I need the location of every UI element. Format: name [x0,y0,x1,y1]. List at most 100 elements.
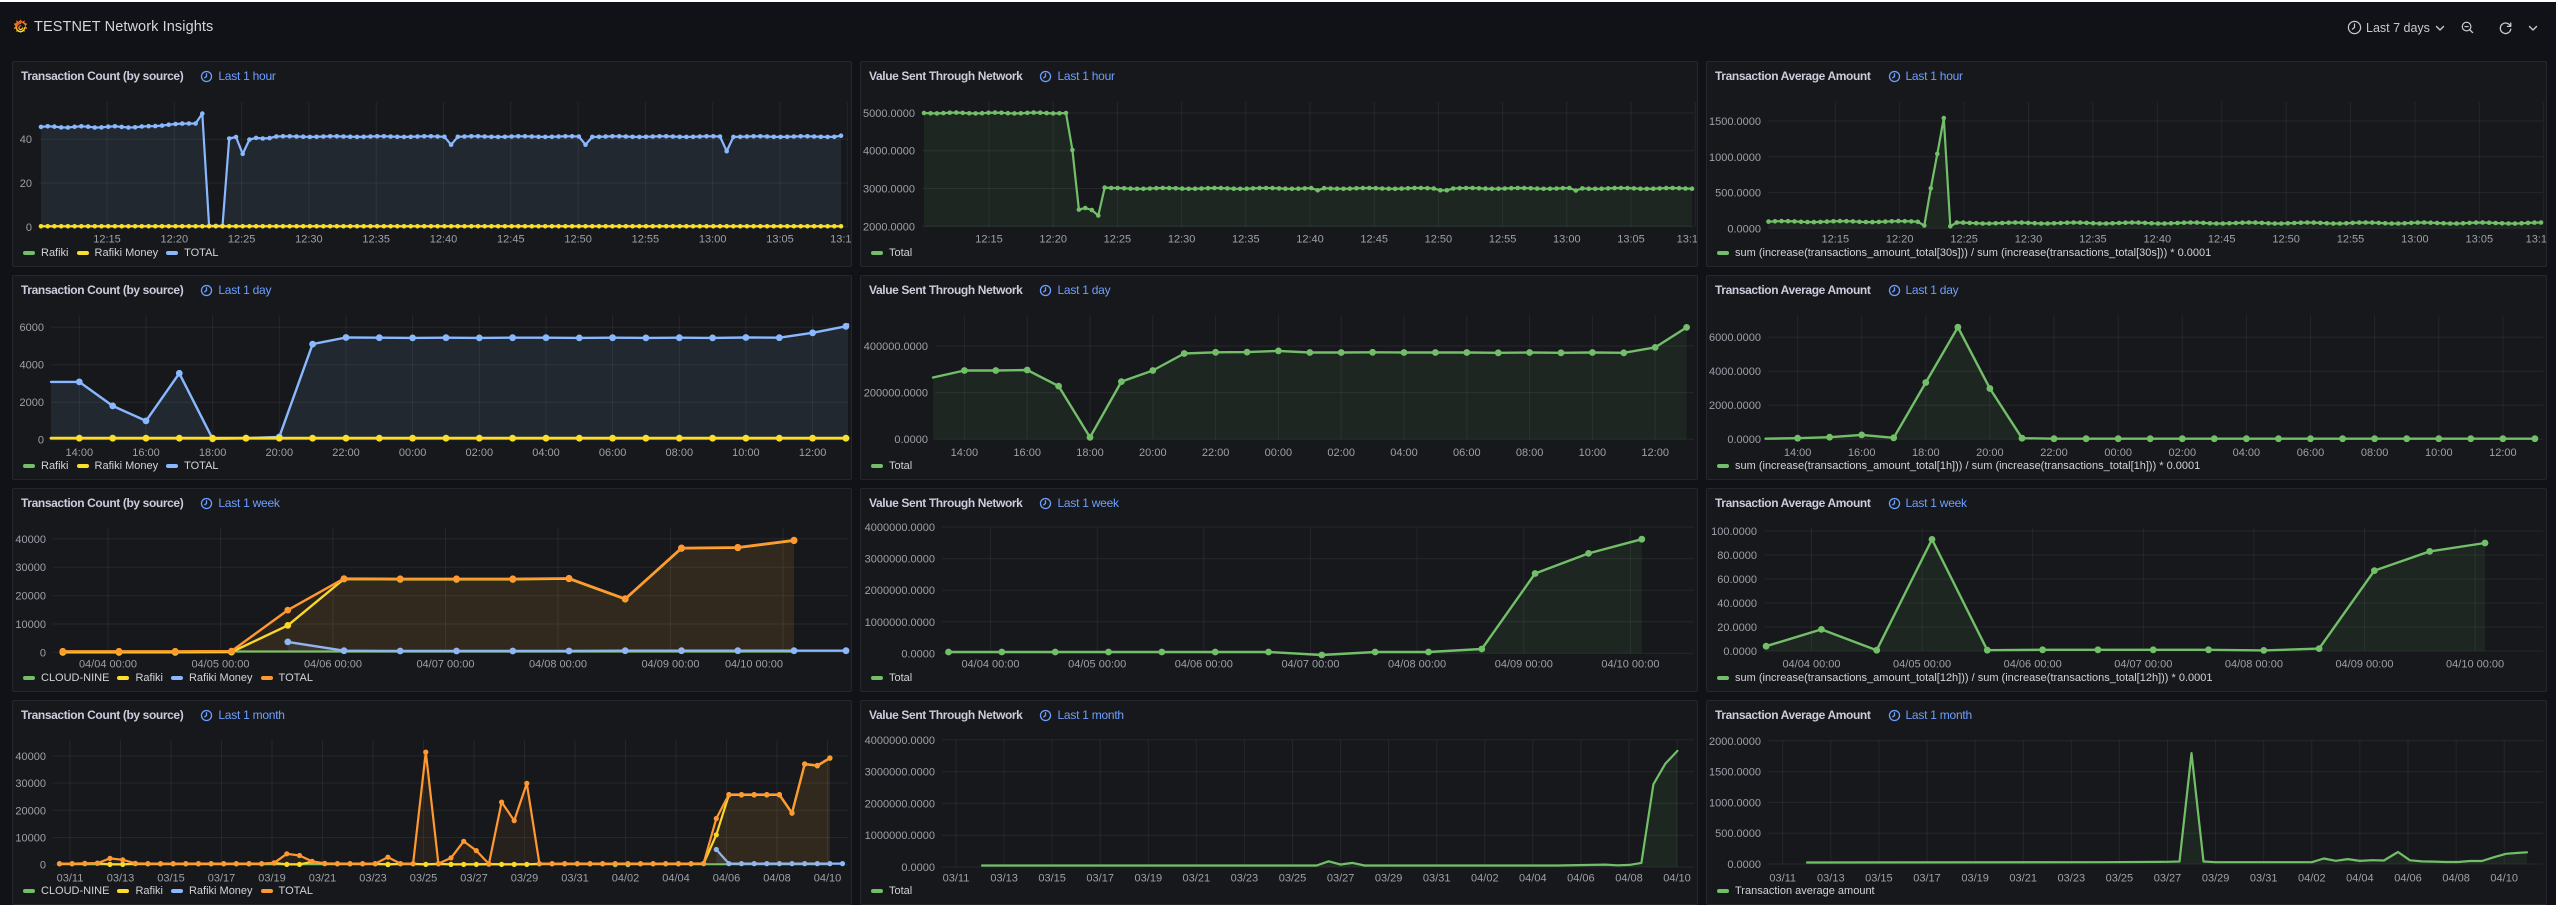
svg-text:2000000.0000: 2000000.0000 [865,798,935,810]
svg-text:12:20: 12:20 [1886,233,1914,245]
svg-text:20:00: 20:00 [1139,447,1167,459]
svg-text:03/17: 03/17 [208,873,236,885]
svg-text:12:50: 12:50 [2272,233,2300,245]
svg-text:12:20: 12:20 [161,233,189,245]
svg-text:12:15: 12:15 [93,233,121,245]
svg-text:0.0000: 0.0000 [894,434,928,446]
svg-text:12:30: 12:30 [295,233,323,245]
svg-text:03/21: 03/21 [1183,873,1211,885]
svg-text:100.0000: 100.0000 [1711,526,1757,538]
svg-text:10000: 10000 [15,833,46,845]
svg-text:12:45: 12:45 [1360,233,1388,245]
svg-text:1500.0000: 1500.0000 [1709,116,1761,128]
svg-text:04/05 00:00: 04/05 00:00 [191,659,249,671]
svg-text:12:00: 12:00 [1641,447,1669,459]
svg-text:12:55: 12:55 [2337,233,2365,245]
svg-text:20.0000: 20.0000 [1717,622,1757,634]
svg-text:12:50: 12:50 [1425,233,1453,245]
svg-text:03/17: 03/17 [1913,873,1941,885]
svg-text:13:1: 13:1 [1677,233,1698,245]
svg-text:12:35: 12:35 [1232,233,1260,245]
svg-text:0: 0 [40,860,46,872]
svg-text:06:00: 06:00 [1453,447,1481,459]
svg-text:04/04: 04/04 [1519,873,1547,885]
svg-text:06:00: 06:00 [599,447,627,459]
svg-text:03/11: 03/11 [943,873,970,885]
svg-text:16:00: 16:00 [132,447,160,459]
svg-text:12:25: 12:25 [1950,233,1978,245]
svg-text:400000.0000: 400000.0000 [864,341,928,353]
svg-text:13:1: 13:1 [830,233,851,245]
svg-text:500.0000: 500.0000 [1715,828,1761,840]
svg-text:03/29: 03/29 [2202,873,2230,885]
svg-text:12:40: 12:40 [2144,233,2172,245]
svg-text:12:30: 12:30 [1168,233,1196,245]
svg-text:03/27: 03/27 [2154,873,2182,885]
svg-text:4000000.0000: 4000000.0000 [865,522,935,534]
svg-text:12:55: 12:55 [1489,233,1517,245]
svg-text:0.0000: 0.0000 [901,862,935,874]
svg-text:04/04 00:00: 04/04 00:00 [961,659,1019,671]
svg-text:18:00: 18:00 [199,447,227,459]
svg-text:10000: 10000 [15,619,46,631]
svg-text:04/04: 04/04 [2346,873,2374,885]
svg-text:20:00: 20:00 [1976,447,2004,459]
svg-text:02:00: 02:00 [466,447,494,459]
svg-text:03/23: 03/23 [1231,873,1259,885]
svg-text:08:00: 08:00 [2361,447,2389,459]
svg-text:04/10: 04/10 [2490,873,2518,885]
svg-text:14:00: 14:00 [66,447,94,459]
svg-text:04/05 00:00: 04/05 00:00 [1893,659,1951,671]
svg-text:04/06 00:00: 04/06 00:00 [304,659,362,671]
svg-text:0.0000: 0.0000 [1727,223,1761,235]
svg-text:3000.0000: 3000.0000 [863,184,915,196]
svg-text:04/09 00:00: 04/09 00:00 [1495,659,1553,671]
svg-text:00:00: 00:00 [2104,447,2132,459]
svg-text:12:00: 12:00 [2489,447,2517,459]
svg-text:03/15: 03/15 [1038,873,1066,885]
svg-text:20: 20 [20,178,32,190]
svg-text:6000: 6000 [20,322,44,334]
svg-text:03/21: 03/21 [309,873,337,885]
svg-text:13:05: 13:05 [766,233,794,245]
svg-text:40000: 40000 [15,751,46,763]
svg-text:5000.0000: 5000.0000 [863,108,915,120]
svg-text:04/08 00:00: 04/08 00:00 [1388,659,1446,671]
svg-text:04/10 00:00: 04/10 00:00 [725,659,783,671]
svg-text:60.0000: 60.0000 [1717,574,1757,586]
svg-text:500.0000: 500.0000 [1715,188,1761,200]
svg-text:03/21: 03/21 [2009,873,2037,885]
svg-text:00:00: 00:00 [399,447,427,459]
svg-text:18:00: 18:00 [1912,447,1940,459]
svg-text:04/07 00:00: 04/07 00:00 [2114,659,2172,671]
svg-text:03/13: 03/13 [107,873,135,885]
svg-text:04:00: 04:00 [532,447,560,459]
svg-text:14:00: 14:00 [951,447,979,459]
svg-text:04/07 00:00: 04/07 00:00 [1281,659,1339,671]
svg-text:04/09 00:00: 04/09 00:00 [2335,659,2393,671]
svg-text:12:35: 12:35 [2079,233,2107,245]
svg-text:03/29: 03/29 [1375,873,1403,885]
svg-text:12:15: 12:15 [1822,233,1850,245]
svg-text:40: 40 [20,134,32,146]
svg-text:200000.0000: 200000.0000 [864,388,928,400]
svg-text:04:00: 04:00 [1390,447,1418,459]
svg-text:30000: 30000 [15,778,46,790]
svg-text:04/09 00:00: 04/09 00:00 [641,659,699,671]
svg-text:12:45: 12:45 [497,233,525,245]
svg-text:80.0000: 80.0000 [1717,550,1757,562]
svg-text:08:00: 08:00 [1516,447,1544,459]
svg-text:03/25: 03/25 [2106,873,2134,885]
svg-text:03/19: 03/19 [258,873,286,885]
svg-text:03/15: 03/15 [1865,873,1893,885]
svg-text:1000.0000: 1000.0000 [1709,152,1761,164]
svg-text:0: 0 [38,435,44,447]
svg-text:12:20: 12:20 [1039,233,1067,245]
svg-text:22:00: 22:00 [2040,447,2068,459]
svg-text:20:00: 20:00 [266,447,294,459]
svg-text:03/17: 03/17 [1086,873,1114,885]
svg-text:04/10 00:00: 04/10 00:00 [2446,659,2504,671]
svg-text:4000.0000: 4000.0000 [863,146,915,158]
svg-text:04/04: 04/04 [662,873,690,885]
svg-text:4000.0000: 4000.0000 [1709,366,1761,378]
